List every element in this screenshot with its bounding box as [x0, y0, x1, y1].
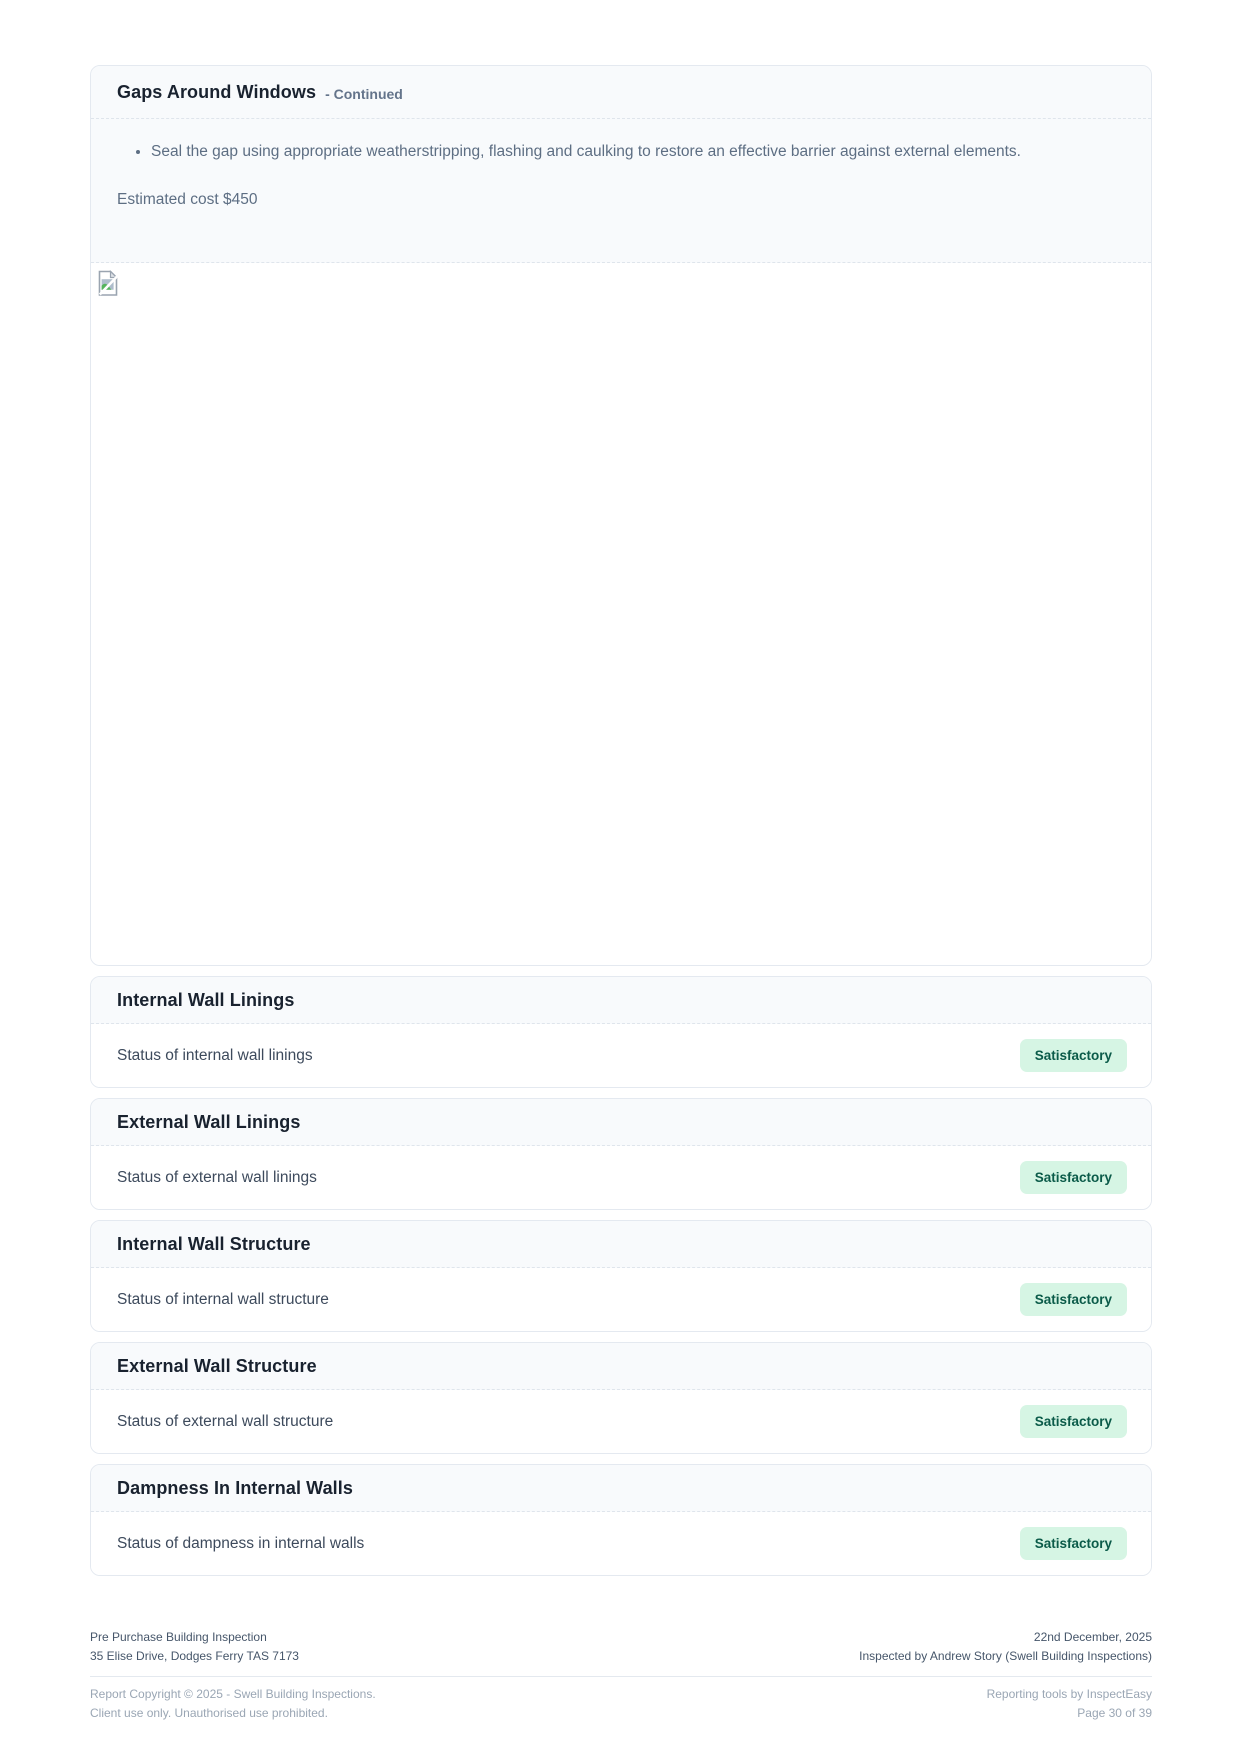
section-title: Internal Wall Structure: [117, 1234, 311, 1255]
status-row: Status of dampness in internal walls Sat…: [91, 1512, 1151, 1575]
status-badge: Satisfactory: [1020, 1039, 1127, 1072]
status-badge: Satisfactory: [1020, 1161, 1127, 1194]
footer-top-row: Pre Purchase Building Inspection 35 Elis…: [90, 1628, 1152, 1666]
section-title: External Wall Linings: [117, 1112, 300, 1133]
footer-client-use: Client use only. Unauthorised use prohib…: [90, 1704, 376, 1723]
card-recommendations: Seal the gap using appropriate weatherst…: [91, 119, 1151, 263]
continued-label: - Continued: [325, 83, 403, 102]
footer-divider: [90, 1676, 1152, 1677]
footer-bottom-row: Report Copyright © 2025 - Swell Building…: [90, 1685, 1152, 1723]
status-row: Status of external wall linings Satisfac…: [91, 1146, 1151, 1209]
section-title: External Wall Structure: [117, 1356, 317, 1377]
section-header: Internal Wall Linings: [91, 977, 1151, 1024]
footer-reporting-tools: Reporting tools by InspectEasy: [987, 1685, 1152, 1704]
status-label: Status of internal wall structure: [117, 1291, 329, 1309]
inspection-section-card: Dampness In Internal Walls Status of dam…: [90, 1464, 1152, 1576]
section-header: Internal Wall Structure: [91, 1221, 1151, 1268]
status-label: Status of external wall structure: [117, 1413, 333, 1431]
inspection-section-card: External Wall Structure Status of extern…: [90, 1342, 1152, 1454]
inspection-section-card: External Wall Linings Status of external…: [90, 1098, 1152, 1210]
recommendation-item: Seal the gap using appropriate weatherst…: [151, 139, 1121, 165]
status-badge: Satisfactory: [1020, 1283, 1127, 1316]
footer-inspector: Inspected by Andrew Story (Swell Buildin…: [859, 1647, 1152, 1666]
status-label: Status of dampness in internal walls: [117, 1535, 364, 1553]
status-badge: Satisfactory: [1020, 1527, 1127, 1560]
recommendation-list: Seal the gap using appropriate weatherst…: [117, 139, 1121, 165]
footer-address: 35 Elise Drive, Dodges Ferry TAS 7173: [90, 1647, 299, 1666]
status-label: Status of internal wall linings: [117, 1047, 313, 1065]
photo-area: [91, 263, 1151, 965]
section-header: External Wall Linings: [91, 1099, 1151, 1146]
status-row: Status of external wall structure Satisf…: [91, 1390, 1151, 1453]
broken-image-icon: [97, 270, 119, 297]
footer-page-number: Page 30 of 39: [987, 1704, 1152, 1723]
status-badge: Satisfactory: [1020, 1405, 1127, 1438]
status-row: Status of internal wall structure Satisf…: [91, 1268, 1151, 1331]
gaps-around-windows-card: Gaps Around Windows - Continued Seal the…: [90, 65, 1152, 966]
section-header: External Wall Structure: [91, 1343, 1151, 1390]
section-header: Dampness In Internal Walls: [91, 1465, 1151, 1512]
footer-report-type: Pre Purchase Building Inspection: [90, 1628, 299, 1647]
section-title: Internal Wall Linings: [117, 990, 294, 1011]
status-label: Status of external wall linings: [117, 1169, 317, 1187]
estimated-cost: Estimated cost $450: [117, 191, 1121, 209]
inspection-section-card: Internal Wall Structure Status of intern…: [90, 1220, 1152, 1332]
footer-date: 22nd December, 2025: [859, 1628, 1152, 1647]
card-header: Gaps Around Windows - Continued: [91, 66, 1151, 119]
footer-copyright: Report Copyright © 2025 - Swell Building…: [90, 1685, 376, 1704]
status-row: Status of internal wall linings Satisfac…: [91, 1024, 1151, 1087]
report-footer: Pre Purchase Building Inspection 35 Elis…: [90, 1628, 1152, 1723]
card-title: Gaps Around Windows: [117, 82, 316, 103]
inspection-section-card: Internal Wall Linings Status of internal…: [90, 976, 1152, 1088]
section-title: Dampness In Internal Walls: [117, 1478, 353, 1499]
report-page-content: Gaps Around Windows - Continued Seal the…: [90, 0, 1152, 1723]
inspection-sections: Internal Wall Linings Status of internal…: [90, 976, 1152, 1576]
